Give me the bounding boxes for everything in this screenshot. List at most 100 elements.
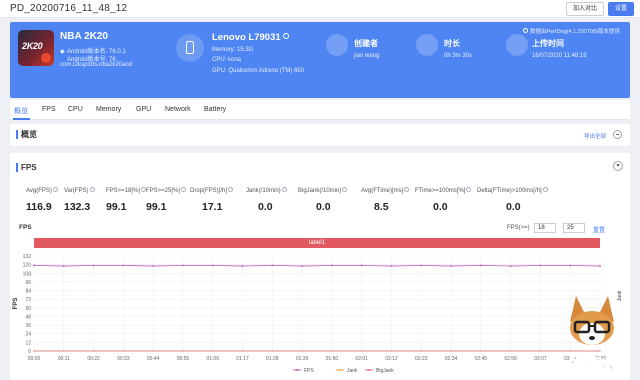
x-tick-label: 00:33 xyxy=(117,356,130,362)
x-tick-label: 01:06 xyxy=(206,356,219,362)
help-icon[interactable] xyxy=(228,187,234,192)
series-point-fps xyxy=(569,264,572,267)
stat-delta-ftime: Delta(FTime)>100ms[/h] 0.0 xyxy=(477,187,548,213)
series-point-fps xyxy=(479,264,482,267)
check-icon xyxy=(523,28,528,33)
series-point-bigjank xyxy=(92,350,95,352)
y-tick-label: 36 xyxy=(25,323,31,329)
add-to-compare-button[interactable]: 加入对比 xyxy=(566,2,604,16)
upload-icon xyxy=(506,34,528,56)
x-tick-label: 01:50 xyxy=(326,356,339,362)
collapse-icon[interactable] xyxy=(613,130,622,139)
help-icon[interactable] xyxy=(89,187,95,192)
series-point-bigjank xyxy=(331,350,333,352)
upload-label: 上传时间 xyxy=(532,39,564,48)
help-icon[interactable] xyxy=(342,187,348,192)
help-icon[interactable] xyxy=(281,187,287,192)
duration-value: 0h 3m 30s xyxy=(444,53,473,59)
overview-title: 概览 xyxy=(16,130,37,139)
series-point-bigjank xyxy=(212,350,214,352)
tab-network[interactable]: Network xyxy=(165,106,191,113)
app-icon-text: 2K20 xyxy=(22,41,43,51)
series-point-fps xyxy=(599,265,601,267)
stat-fps-18: FPS>=18[%] 99.1 xyxy=(106,187,147,213)
tab-overview[interactable]: 概览 xyxy=(14,106,28,116)
active-tab-indicator xyxy=(13,118,30,120)
device-cpu: CPU: kona xyxy=(212,57,242,63)
help-icon[interactable] xyxy=(404,187,410,192)
stat-var-fps: Var(FPS) 132.3 xyxy=(64,187,95,213)
series-point-bigjank xyxy=(480,350,482,352)
series-point-bigjank xyxy=(63,350,65,352)
x-tick-label: 02:45 xyxy=(475,356,488,362)
series-point-bigjank xyxy=(122,350,124,352)
series-point-fps xyxy=(33,264,35,267)
settings-button[interactable]: 设置 xyxy=(608,2,634,16)
series-point-fps xyxy=(360,264,363,267)
tab-memory[interactable]: Memory xyxy=(96,106,121,113)
chart-subtitle: FPS xyxy=(19,224,32,231)
app-badge-icon xyxy=(41,53,51,63)
legend-label-fps: FPS xyxy=(304,368,314,374)
series-point-fps xyxy=(330,264,333,267)
series-point-bigjank xyxy=(539,350,542,352)
upload-value: 16/07/2020 11:48:18 xyxy=(532,53,587,59)
help-icon[interactable] xyxy=(52,187,58,192)
y-tick-label: 0 xyxy=(28,349,31,355)
verified-icon xyxy=(282,33,289,39)
overview-card: 概览 导出全部 xyxy=(10,124,630,146)
series-point-bigjank xyxy=(182,350,184,352)
label1-bar[interactable]: label1 xyxy=(34,238,600,248)
series-point-bigjank xyxy=(450,350,452,352)
stat-avg-ftime: Avg(FTime)[ms] 8.5 xyxy=(361,187,410,213)
chevron-down-icon[interactable]: ▾ xyxy=(613,161,623,171)
stat-avg-fps: Avg(FPS) 116.9 xyxy=(26,187,58,213)
series-point-fps xyxy=(301,265,304,267)
stat-bigjank: BigJank(/10min) 0.0 xyxy=(298,187,348,213)
legend-marker-fps xyxy=(296,369,298,371)
fps-threshold-label: FPS(>=) xyxy=(507,225,530,231)
x-tick-label: 00:22 xyxy=(87,356,100,362)
tab-fps[interactable]: FPS xyxy=(42,106,56,113)
report-title: PD_20200716_11_48_12 xyxy=(10,3,128,14)
watermark-text: 科技犬 xyxy=(569,354,615,372)
x-tick-label: 02:23 xyxy=(415,356,428,362)
device-gpu: GPU: Qualcomm Adreno (TM) 650 xyxy=(212,68,305,74)
stat-drop-fps: Drop(FPS)[/h] 17.1 xyxy=(190,187,234,213)
x-tick-label: 00:11 xyxy=(58,356,70,362)
series-point-bigjank xyxy=(361,350,363,352)
y-tick-label: 108 xyxy=(23,271,32,277)
series-point-fps xyxy=(390,265,393,267)
tab-battery[interactable]: Battery xyxy=(204,106,226,113)
help-icon[interactable] xyxy=(181,187,187,192)
y-tick-label: 12 xyxy=(25,340,31,346)
export-all-link[interactable]: 导出全部 xyxy=(584,132,606,140)
tab-cpu[interactable]: CPU xyxy=(68,106,83,113)
watermark-mascot: 科技犬 xyxy=(569,296,616,372)
session-info-banner: 2K20 NBA 2K20 ◆ Android版本名: 76.0.1 Androi… xyxy=(10,22,630,98)
series-point-fps xyxy=(211,264,214,267)
series-point-bigjank xyxy=(152,350,154,352)
x-tick-label: 02:34 xyxy=(445,356,458,362)
x-tick-label: 00:55 xyxy=(177,356,190,362)
y-tick-label: 96 xyxy=(25,280,31,286)
series-point-fps xyxy=(241,265,244,267)
x-tick-label: 02:56 xyxy=(504,356,517,362)
fps-line-chart[interactable]: 0 12 24 36 48 60 72 84 96 108 120 132 00:00 00:11 00:2… xyxy=(10,248,630,380)
legend-label-bigjank: BigJank xyxy=(376,368,394,374)
y-tick-label: 84 xyxy=(25,289,31,295)
help-icon[interactable] xyxy=(466,187,472,192)
help-icon[interactable] xyxy=(542,187,548,192)
app-icon: 2K20 xyxy=(18,30,54,66)
fps-threshold-input-18[interactable]: 18 xyxy=(534,223,556,233)
fps-threshold-input-25[interactable]: 25 xyxy=(563,223,585,233)
tab-gpu[interactable]: GPU xyxy=(136,106,151,113)
tab-bar: 概览 FPS CPU Memory GPU Network Battery xyxy=(10,100,630,120)
reset-link[interactable]: 重置 xyxy=(593,225,605,234)
phone-icon xyxy=(176,34,204,62)
legend-marker-jank xyxy=(339,369,341,371)
x-tick-label: 02:01 xyxy=(355,356,368,362)
series-point-fps xyxy=(450,265,452,267)
series-point-bigjank xyxy=(241,350,244,352)
window-title-bar: PD_20200716_11_48_12 加入对比 设置 xyxy=(0,0,640,18)
